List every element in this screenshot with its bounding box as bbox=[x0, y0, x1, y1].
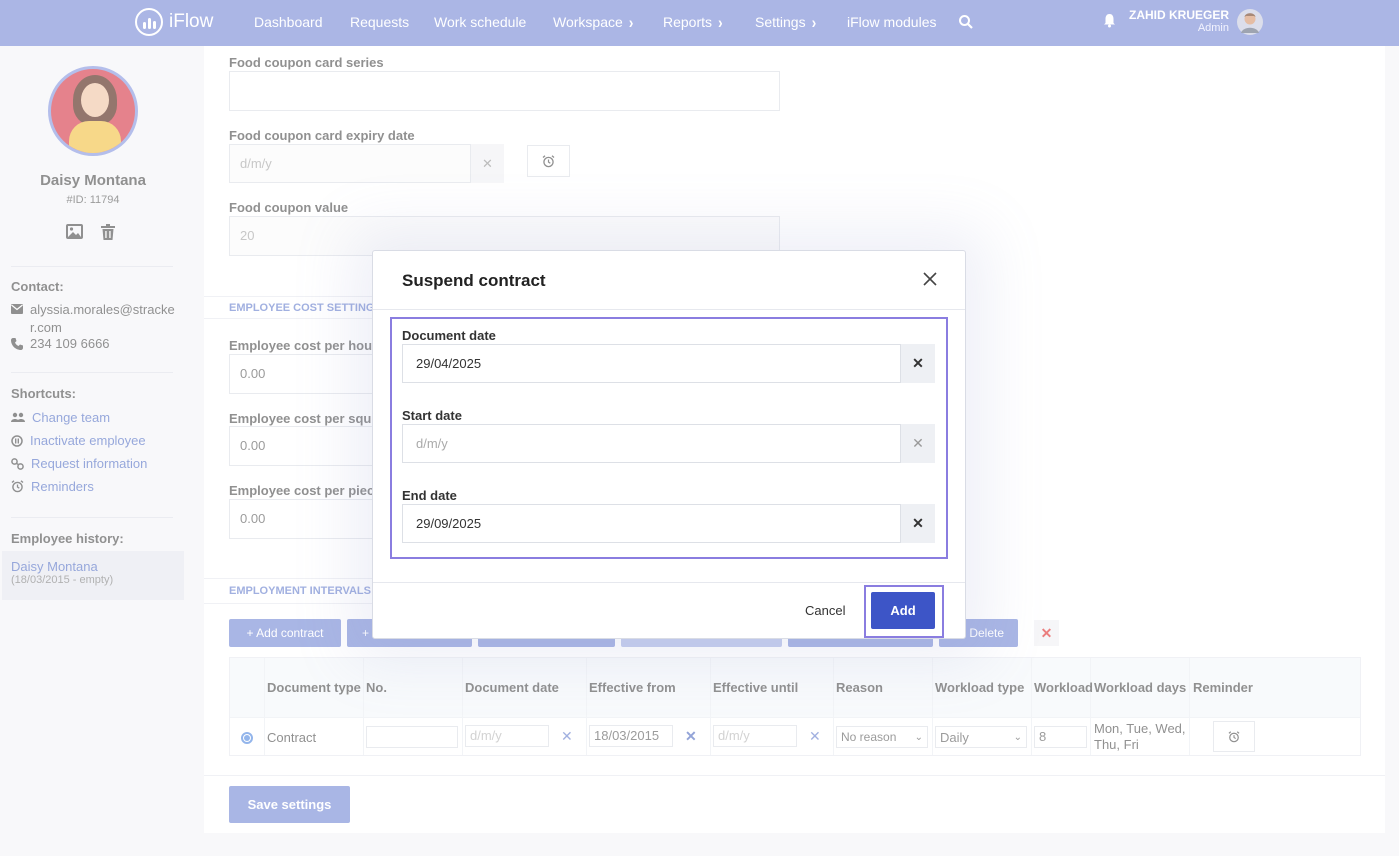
cancel-button[interactable]: Cancel bbox=[805, 603, 845, 618]
start-date-input[interactable]: d/m/y bbox=[402, 424, 901, 463]
divider bbox=[373, 309, 965, 310]
clear-start-date-button[interactable]: ✕ bbox=[901, 424, 935, 463]
clear-document-date-button[interactable]: ✕ bbox=[901, 344, 935, 383]
suspend-contract-modal: Suspend contract Document date 29/04/202… bbox=[372, 250, 966, 639]
add-button[interactable]: Add bbox=[871, 592, 935, 629]
start-date-label: Start date bbox=[402, 408, 462, 423]
close-icon: ✕ bbox=[912, 515, 924, 531]
clear-end-date-button[interactable]: ✕ bbox=[901, 504, 935, 543]
close-icon: ✕ bbox=[912, 355, 924, 371]
end-date-input[interactable]: 29/09/2025 bbox=[402, 504, 901, 543]
divider bbox=[373, 582, 965, 583]
document-date-input[interactable]: 29/04/2025 bbox=[402, 344, 901, 383]
close-icon[interactable] bbox=[921, 270, 939, 288]
close-icon: ✕ bbox=[912, 435, 924, 451]
document-date-label: Document date bbox=[402, 328, 496, 343]
end-date-label: End date bbox=[402, 488, 457, 503]
modal-title: Suspend contract bbox=[402, 271, 546, 290]
